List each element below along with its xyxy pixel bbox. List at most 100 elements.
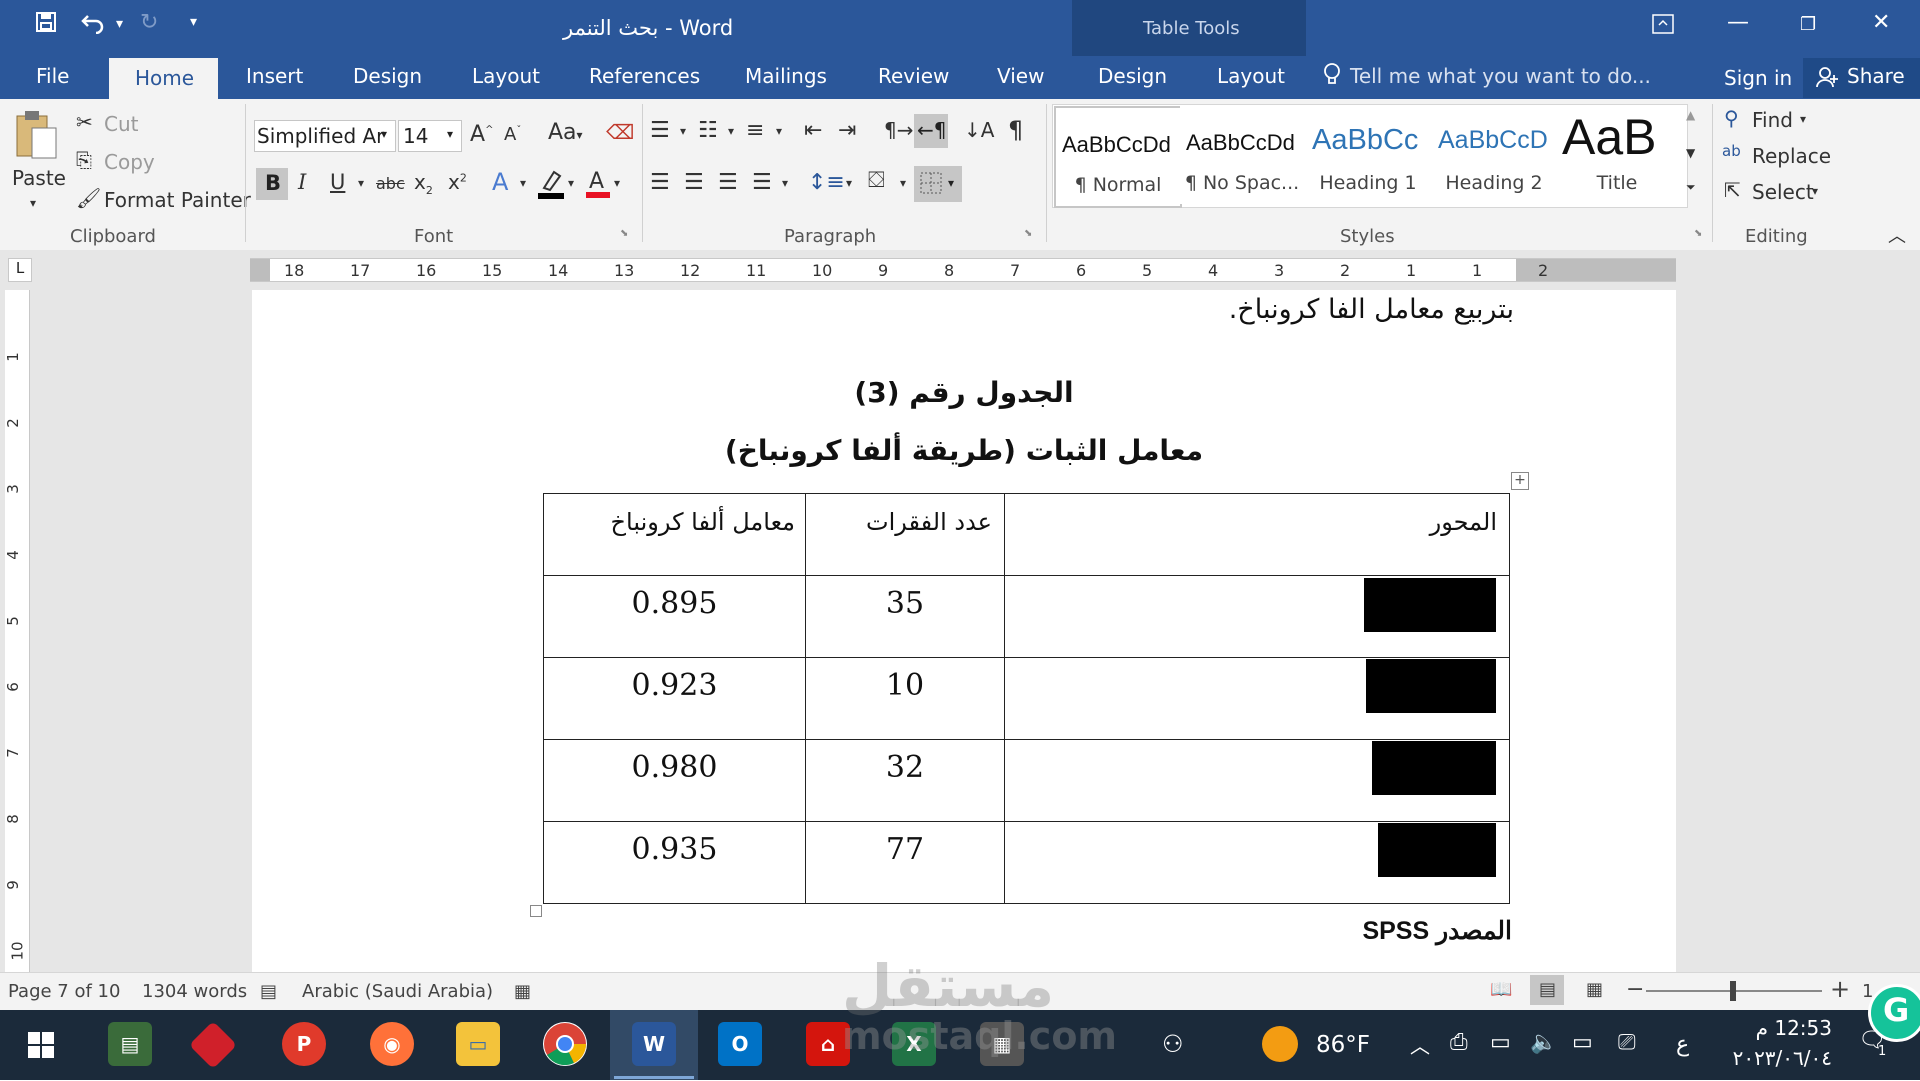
- decrease-indent-icon[interactable]: ⇤: [804, 118, 822, 143]
- highlight-icon[interactable]: [536, 168, 566, 204]
- page-count[interactable]: Page 7 of 10: [8, 981, 120, 1002]
- print-layout-button[interactable]: ▤: [1530, 975, 1564, 1005]
- table-cell[interactable]: 32: [805, 739, 1005, 822]
- find-dropdown-icon[interactable]: ▾: [1800, 112, 1806, 126]
- table-cell[interactable]: [1004, 657, 1510, 740]
- select-dropdown-icon[interactable]: ▾: [1812, 184, 1818, 198]
- device-icon[interactable]: ⎚: [1618, 1030, 1636, 1055]
- monitor-icon[interactable]: ▭: [1490, 1030, 1511, 1055]
- cut-button[interactable]: Cut: [104, 112, 138, 136]
- proofing-icon[interactable]: ▤: [260, 981, 277, 1002]
- tab-review[interactable]: Review: [878, 64, 949, 88]
- table-cell[interactable]: [1004, 739, 1510, 822]
- font-color-icon[interactable]: A: [584, 166, 612, 204]
- chevron-up-icon[interactable]: ︿: [1410, 1030, 1430, 1059]
- italic-icon[interactable]: I: [298, 170, 306, 194]
- undo-dropdown-icon[interactable]: ▾: [116, 16, 123, 32]
- macro-icon[interactable]: ▦: [514, 981, 531, 1002]
- zoom-out-icon[interactable]: −: [1626, 977, 1644, 1002]
- find-button[interactable]: Find: [1752, 108, 1793, 132]
- line-spacing-icon[interactable]: ↕≡: [808, 170, 845, 195]
- windows-start-icon[interactable]: [28, 1032, 54, 1062]
- table-cell[interactable]: 0.980: [543, 739, 806, 822]
- read-mode-icon[interactable]: 📖: [1490, 979, 1512, 1000]
- books-app-icon[interactable]: ▤: [108, 1022, 152, 1066]
- table-cell[interactable]: 35: [805, 575, 1005, 658]
- align-left-icon[interactable]: ☰: [650, 170, 670, 195]
- sign-in-link[interactable]: Sign in: [1724, 66, 1792, 90]
- battery-icon[interactable]: ▭: [1572, 1030, 1593, 1055]
- text-effects-icon[interactable]: A: [492, 168, 508, 196]
- tab-file[interactable]: File: [36, 64, 69, 88]
- rtl-direction-button[interactable]: ←¶: [914, 114, 948, 148]
- share-button[interactable]: Share: [1803, 58, 1920, 98]
- borders-button[interactable]: ▾: [914, 166, 962, 202]
- font-color-dropdown-icon[interactable]: ▾: [614, 176, 620, 190]
- table-cell[interactable]: [1004, 821, 1510, 904]
- file-explorer-icon[interactable]: ▭: [456, 1022, 500, 1066]
- numbering-icon[interactable]: ☷: [698, 118, 718, 143]
- undo-icon[interactable]: [80, 10, 106, 40]
- table-cell[interactable]: 0.895: [543, 575, 806, 658]
- firefox-icon[interactable]: ◉: [370, 1022, 414, 1066]
- style-title[interactable]: AaB Title: [1558, 106, 1676, 204]
- table-cell[interactable]: 0.923: [543, 657, 806, 740]
- font-size-input[interactable]: 14 ▾: [398, 120, 462, 152]
- align-right-icon[interactable]: ☰: [718, 170, 738, 195]
- ltr-direction-icon[interactable]: ¶→: [884, 118, 913, 142]
- minimize-icon[interactable]: —: [1727, 10, 1749, 35]
- chrome-icon[interactable]: [543, 1022, 587, 1066]
- tab-table-design[interactable]: Design: [1098, 64, 1167, 88]
- styles-more-icon[interactable]: ⏷: [1686, 180, 1696, 195]
- subscript-icon[interactable]: x2: [414, 170, 433, 197]
- tab-insert[interactable]: Insert: [246, 64, 303, 88]
- superscript-icon[interactable]: x2: [448, 170, 467, 194]
- clock-date[interactable]: ٢٠٢٣/٠٦/٠٤: [1712, 1046, 1832, 1070]
- table-cell[interactable]: 0.935: [543, 821, 806, 904]
- increase-indent-icon[interactable]: ⇥: [838, 118, 856, 143]
- paste-label[interactable]: Paste: [12, 166, 66, 190]
- line-spacing-dropdown-icon[interactable]: ▾: [846, 176, 852, 190]
- web-layout-icon[interactable]: ▦: [1586, 979, 1603, 1000]
- paste-dropdown-icon[interactable]: ▾: [30, 196, 36, 210]
- change-case-icon[interactable]: Aa▾: [548, 120, 583, 145]
- multilevel-list-icon[interactable]: ≡: [746, 118, 764, 143]
- outlook-icon[interactable]: O: [718, 1022, 762, 1066]
- save-icon[interactable]: [34, 10, 58, 40]
- tab-mailings[interactable]: Mailings: [745, 64, 827, 88]
- dialog-launcher-icon[interactable]: ⬊: [1694, 228, 1702, 239]
- text-effects-dropdown-icon[interactable]: ▾: [520, 176, 526, 190]
- styles-scroll-up-icon[interactable]: ▲: [1686, 108, 1695, 122]
- volume-icon[interactable]: 🔈: [1530, 1030, 1557, 1055]
- paste-icon[interactable]: [14, 108, 60, 164]
- justify-dropdown-icon[interactable]: ▾: [782, 176, 788, 190]
- tell-me-input[interactable]: Tell me what you want to do...: [1350, 64, 1651, 88]
- clear-formatting-icon[interactable]: ⌫: [606, 120, 634, 144]
- grow-font-icon[interactable]: A^: [470, 122, 493, 147]
- grammarly-icon[interactable]: G: [1868, 984, 1920, 1042]
- copy-button[interactable]: Copy: [104, 150, 155, 174]
- style-heading-1[interactable]: AaBbCc Heading 1: [1306, 106, 1430, 204]
- table-cell[interactable]: معامل ألفا كرونباخ: [543, 493, 806, 576]
- replace-button[interactable]: Replace: [1752, 144, 1831, 168]
- style-no-spacing[interactable]: AaBbCcDd ¶ No Spac...: [1180, 106, 1304, 204]
- zoom-in-icon[interactable]: +: [1830, 975, 1850, 1003]
- table-resize-handle[interactable]: [530, 905, 542, 917]
- format-painter-button[interactable]: Format Painter: [104, 188, 251, 212]
- collapse-ribbon-icon[interactable]: ︿: [1888, 222, 1906, 248]
- shrink-font-icon[interactable]: Aˇ: [504, 124, 521, 145]
- redo-icon[interactable]: ↻: [140, 10, 158, 35]
- strikethrough-icon[interactable]: abc: [376, 174, 405, 193]
- bullets-icon[interactable]: ☰: [650, 118, 670, 143]
- shading-icon[interactable]: ⛋: [868, 168, 885, 193]
- underline-dropdown-icon[interactable]: ▾: [358, 176, 364, 190]
- bold-button[interactable]: B: [256, 168, 288, 200]
- tab-layout[interactable]: Layout: [472, 64, 540, 88]
- weather-temp[interactable]: 86°F: [1316, 1032, 1370, 1058]
- shading-dropdown-icon[interactable]: ▾: [900, 176, 906, 190]
- dialog-launcher-icon[interactable]: ⬊: [1024, 228, 1032, 239]
- tab-view[interactable]: View: [997, 64, 1044, 88]
- ribbon-display-icon[interactable]: [1652, 14, 1674, 39]
- people-icon[interactable]: ⚇: [1162, 1030, 1184, 1058]
- table-cell[interactable]: المحور: [1004, 493, 1510, 576]
